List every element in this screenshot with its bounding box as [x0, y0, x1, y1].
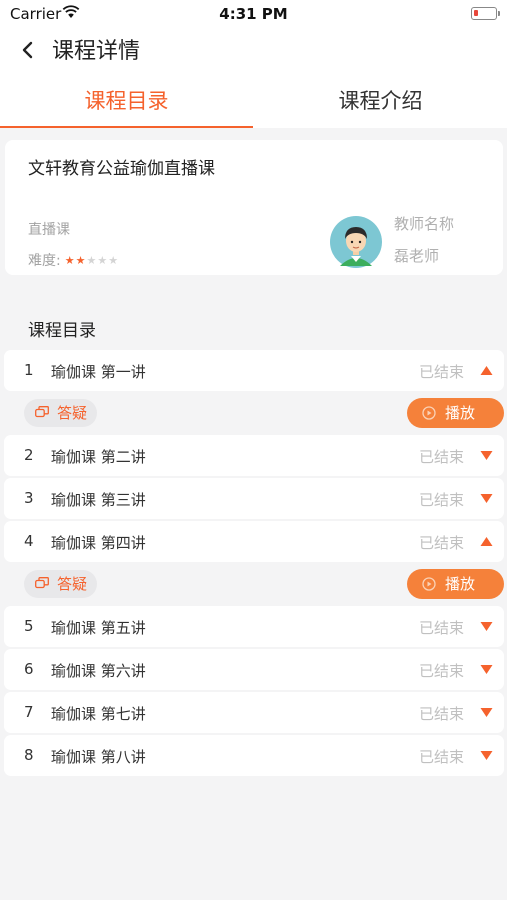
qa-label: 答疑	[57, 404, 88, 422]
caret-down-icon[interactable]	[480, 450, 493, 461]
star-filled-icon: ★	[64, 254, 76, 267]
play-button[interactable]: 播放	[407, 398, 504, 428]
lesson-name: 瑜伽课 第三讲	[51, 491, 146, 509]
lesson-name: 瑜伽课 第五讲	[51, 619, 146, 637]
difficulty-rating: 难度: ★★★★★	[28, 250, 119, 270]
lesson-number: 1	[24, 361, 34, 379]
lesson-status: 已结束	[418, 363, 464, 381]
lesson-name: 瑜伽课 第二讲	[51, 448, 146, 466]
nav-bar: 课程详情	[0, 28, 507, 72]
lesson-number: 3	[24, 489, 34, 507]
chat-icon	[35, 406, 49, 418]
caret-up-icon[interactable]	[480, 365, 493, 376]
lesson-actions: 答疑 播放	[4, 393, 504, 435]
qa-button[interactable]: 答疑	[24, 570, 97, 598]
play-label: 播放	[445, 575, 476, 593]
caret-down-icon[interactable]	[480, 493, 493, 504]
lesson-status: 已结束	[418, 748, 464, 766]
star-empty-icon: ★	[97, 254, 109, 267]
course-info-card: 文轩教育公益瑜伽直播课 直播课 难度: ★★★★★ 教师名称 磊老师	[5, 140, 503, 275]
qa-button[interactable]: 答疑	[24, 399, 97, 427]
caret-up-icon[interactable]	[480, 536, 493, 547]
star-empty-icon: ★	[108, 254, 120, 267]
difficulty-label: 难度:	[28, 253, 61, 269]
clock: 4:31 PM	[219, 5, 288, 23]
lesson-name: 瑜伽课 第八讲	[51, 748, 146, 766]
play-icon	[422, 406, 436, 420]
caret-down-icon[interactable]	[480, 621, 493, 632]
lesson-list: 1 瑜伽课 第一讲 已结束 答疑 播放 2 瑜伽课 第二讲 已结束 3 瑜伽课 第三讲 已结束 4 瑜伽…	[4, 350, 504, 778]
play-icon	[422, 577, 436, 591]
lesson-number: 6	[24, 660, 34, 678]
teacher-name: 磊老师	[394, 247, 440, 265]
lesson-status: 已结束	[418, 662, 464, 680]
lesson-status: 已结束	[418, 619, 464, 637]
lesson-name: 瑜伽课 第四讲	[51, 534, 146, 552]
lesson-row[interactable]: 1 瑜伽课 第一讲 已结束	[4, 350, 504, 391]
lesson-actions: 答疑 播放	[4, 564, 504, 606]
teacher-avatar	[330, 216, 382, 268]
page-title: 课程详情	[52, 39, 141, 64]
lesson-row[interactable]: 7 瑜伽课 第七讲 已结束	[4, 692, 504, 733]
lesson-number: 5	[24, 617, 34, 635]
lesson-status: 已结束	[418, 448, 464, 466]
lesson-name: 瑜伽课 第一讲	[51, 363, 146, 381]
caret-down-icon[interactable]	[480, 664, 493, 675]
caret-down-icon[interactable]	[480, 707, 493, 718]
back-icon[interactable]	[16, 38, 40, 62]
lesson-row[interactable]: 6 瑜伽课 第六讲 已结束	[4, 649, 504, 690]
lesson-number: 7	[24, 703, 34, 721]
lesson-row[interactable]: 8 瑜伽课 第八讲 已结束	[4, 735, 504, 776]
catalog-section-title: 课程目录	[28, 321, 96, 341]
qa-label: 答疑	[57, 575, 88, 593]
caret-down-icon[interactable]	[480, 750, 493, 761]
tab-catalog[interactable]: 课程目录	[0, 72, 253, 128]
play-button[interactable]: 播放	[407, 569, 504, 599]
tab-bar: 课程目录 课程介绍	[0, 72, 507, 128]
course-title: 文轩教育公益瑜伽直播课	[28, 159, 215, 179]
course-type: 直播课	[28, 222, 70, 238]
lesson-status: 已结束	[418, 705, 464, 723]
lesson-row[interactable]: 5 瑜伽课 第五讲 已结束	[4, 606, 504, 647]
lesson-number: 8	[24, 746, 34, 764]
lesson-name: 瑜伽课 第七讲	[51, 705, 146, 723]
status-bar: Carrier 4:31 PM	[0, 0, 507, 28]
lesson-number: 2	[24, 446, 34, 464]
lesson-number: 4	[24, 532, 34, 550]
play-label: 播放	[445, 404, 476, 422]
lesson-row[interactable]: 2 瑜伽课 第二讲 已结束	[4, 435, 504, 476]
chat-icon	[35, 577, 49, 589]
teacher-label: 教师名称	[394, 215, 455, 233]
lesson-row[interactable]: 4 瑜伽课 第四讲 已结束	[4, 521, 504, 562]
difficulty-stars: ★★★★★	[65, 254, 119, 267]
star-empty-icon: ★	[86, 254, 98, 267]
tab-introduction[interactable]: 课程介绍	[254, 72, 507, 128]
star-filled-icon: ★	[75, 254, 87, 267]
lesson-name: 瑜伽课 第六讲	[51, 662, 146, 680]
battery-icon	[471, 7, 500, 20]
lesson-status: 已结束	[418, 534, 464, 552]
lesson-status: 已结束	[418, 491, 464, 509]
lesson-row[interactable]: 3 瑜伽课 第三讲 已结束	[4, 478, 504, 519]
